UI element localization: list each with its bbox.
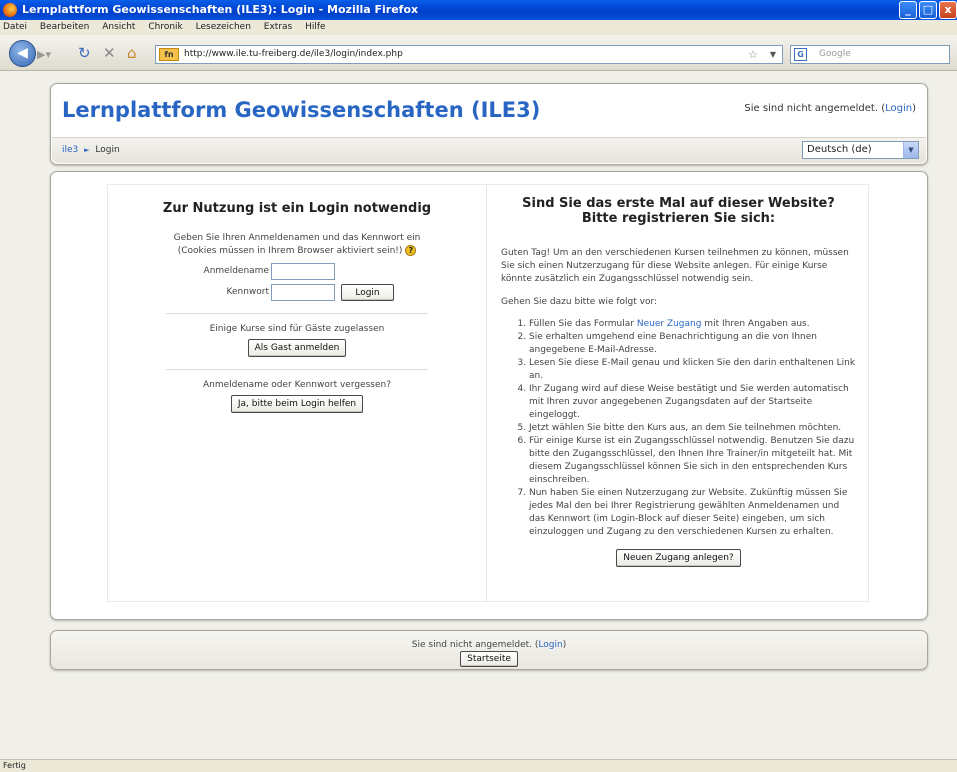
login-panels: Zur Nutzung ist ein Login notwendig Gebe… (107, 184, 869, 602)
header-login-link[interactable]: Login (885, 103, 912, 114)
password-input[interactable] (271, 284, 335, 301)
registration-heading-line2: Bitte registrieren Sie sich: (581, 211, 776, 226)
breadcrumb: ile3 ► Login (62, 145, 120, 155)
menu-lesezeichen[interactable]: Lesezeichen (196, 22, 251, 32)
registration-step: Nun haben Sie einen Nutzerzugang zur Web… (529, 487, 856, 539)
main-content: Zur Nutzung ist ein Login notwendig Gebe… (50, 171, 928, 620)
header-login-status: Sie sind nicht angemeldet. (Login) (744, 103, 916, 114)
registration-step: Sie erhalten umgehend eine Benachrichtig… (529, 331, 856, 357)
page-header: Lernplattform Geowissenschaften (ILE3) S… (50, 83, 928, 165)
search-bar[interactable]: G Google (790, 45, 950, 64)
menu-datei[interactable]: Datei (3, 22, 27, 32)
registration-instructions: Gehen Sie dazu bitte wie folgt vor: (501, 297, 658, 307)
navigation-toolbar: ◀ ▶▾ ↻ ✕ ⌂ fn http://www.ile.tu-freiberg… (0, 35, 957, 71)
login-status-close: ) (912, 103, 916, 114)
menu-bar: Datei Bearbeiten Ansicht Chronik Lesezei… (0, 20, 957, 35)
login-heading: Zur Nutzung ist ein Login notwendig (162, 201, 432, 216)
stop-icon[interactable]: ✕ (103, 44, 116, 62)
reload-icon[interactable]: ↻ (78, 44, 91, 62)
username-label: Anmeldename (203, 266, 269, 276)
window-titlebar: Lernplattform Geowissenschaften (ILE3): … (0, 0, 957, 20)
url-dropdown-icon[interactable]: ▼ (770, 46, 776, 63)
url-text: http://www.ile.tu-freiberg.de/ile3/login… (184, 49, 403, 59)
chevron-down-icon[interactable]: ▼ (903, 142, 918, 158)
registration-step: Jetzt wählen Sie bitte den Kurs aus, an … (529, 422, 856, 435)
login-panel: Zur Nutzung ist ein Login notwendig Gebe… (108, 185, 486, 601)
bookmark-star-icon[interactable]: ☆ (748, 46, 758, 63)
forgot-password-text: Anmeldename oder Kennwort vergessen? (202, 380, 392, 390)
registration-heading-line1: Sind Sie das erste Mal auf dieser Websit… (522, 196, 835, 211)
back-arrow-icon[interactable]: ◀ (9, 40, 36, 67)
footer-status-text: Sie sind nicht angemeldet. ( (411, 640, 539, 650)
new-account-link[interactable]: Neuer Zugang (637, 319, 702, 329)
url-bar[interactable]: fn http://www.ile.tu-freiberg.de/ile3/lo… (155, 45, 783, 64)
menu-chronik[interactable]: Chronik (148, 22, 182, 32)
registration-panel: Sind Sie das erste Mal auf dieser Websit… (487, 185, 870, 601)
footer-login-link[interactable]: Login (538, 640, 562, 650)
language-selected-value: Deutsch (de) (807, 144, 872, 155)
menu-ansicht[interactable]: Ansicht (102, 22, 135, 32)
username-input[interactable] (271, 263, 335, 280)
maximize-button[interactable]: □ (919, 1, 937, 19)
password-label: Kennwort (226, 287, 270, 297)
forward-arrow-icon[interactable]: ▶▾ (37, 47, 55, 63)
login-description-line2: (Cookies müssen in Ihrem Browser aktivie… (177, 246, 403, 256)
registration-heading: Sind Sie das erste Mal auf dieser Websit… (487, 196, 870, 226)
separator-line (166, 313, 428, 314)
registration-step: Lesen Sie diese E-Mail genau und klicken… (529, 357, 856, 383)
navigation-strip: ile3 ► Login Deutsch (de) ▼ (52, 137, 926, 163)
breadcrumb-home-link[interactable]: ile3 (62, 145, 78, 155)
breadcrumb-separator-icon: ► (84, 146, 90, 154)
separator-line (166, 369, 428, 370)
guest-access-text: Einige Kurse sind für Gäste zugelassen (209, 324, 385, 334)
guest-login-button[interactable]: Als Gast anmelden (247, 339, 347, 357)
minimize-button[interactable]: _ (899, 1, 917, 19)
language-select[interactable]: Deutsch (de) ▼ (802, 141, 919, 159)
close-button[interactable]: x (939, 1, 957, 19)
footer-login-status: Sie sind nicht angemeldet. (Login) (51, 640, 927, 650)
registration-intro: Guten Tag! Um an den verschiedenen Kurse… (501, 248, 849, 284)
page-viewport: Lernplattform Geowissenschaften (ILE3) S… (0, 71, 957, 759)
google-search-engine-icon[interactable]: G (794, 48, 807, 61)
login-description-line1: Geben Sie Ihren Anmeldenamen und das Ken… (173, 233, 421, 243)
help-icon[interactable]: ? (405, 245, 417, 256)
username-row: Anmeldename (108, 263, 486, 280)
breadcrumb-current: Login (95, 145, 120, 155)
home-page-button[interactable]: Startseite (460, 651, 518, 667)
step1-text: Füllen Sie das Formular (529, 319, 637, 329)
menu-bearbeiten[interactable]: Bearbeiten (40, 22, 89, 32)
window-title: Lernplattform Geowissenschaften (ILE3): … (22, 3, 419, 16)
login-status-text: Sie sind nicht angemeldet. ( (744, 103, 886, 114)
footer-status-close: ) (562, 640, 567, 650)
registration-step: Füllen Sie das Formular Neuer Zugang mit… (529, 318, 856, 331)
login-button[interactable]: Login (341, 284, 394, 301)
password-row: Kennwort Login (108, 284, 486, 301)
site-title: Lernplattform Geowissenschaften (ILE3) (62, 98, 541, 122)
firefox-icon (3, 3, 17, 17)
registration-step: Ihr Zugang wird auf diese Weise bestätig… (529, 383, 856, 422)
menu-extras[interactable]: Extras (264, 22, 292, 32)
site-favicon-icon: fn (159, 48, 179, 61)
page-footer: Sie sind nicht angemeldet. (Login) Start… (50, 630, 928, 670)
home-icon[interactable]: ⌂ (127, 44, 137, 62)
create-account-button[interactable]: Neuen Zugang anlegen? (616, 549, 741, 567)
status-bar: Fertig (0, 759, 957, 772)
search-placeholder: Google (819, 49, 851, 59)
window-controls: _ □ x (899, 1, 957, 19)
forgot-password-button[interactable]: Ja, bitte beim Login helfen (230, 395, 364, 413)
status-text: Fertig (3, 761, 26, 770)
registration-steps: Füllen Sie das Formular Neuer Zugang mit… (529, 318, 856, 539)
registration-step: Für einige Kurse ist ein Zugangsschlüsse… (529, 435, 856, 487)
step1-text-end: mit Ihren Angaben aus. (701, 319, 810, 329)
menu-hilfe[interactable]: Hilfe (305, 22, 325, 32)
login-description: Geben Sie Ihren Anmeldenamen und das Ken… (108, 232, 486, 258)
